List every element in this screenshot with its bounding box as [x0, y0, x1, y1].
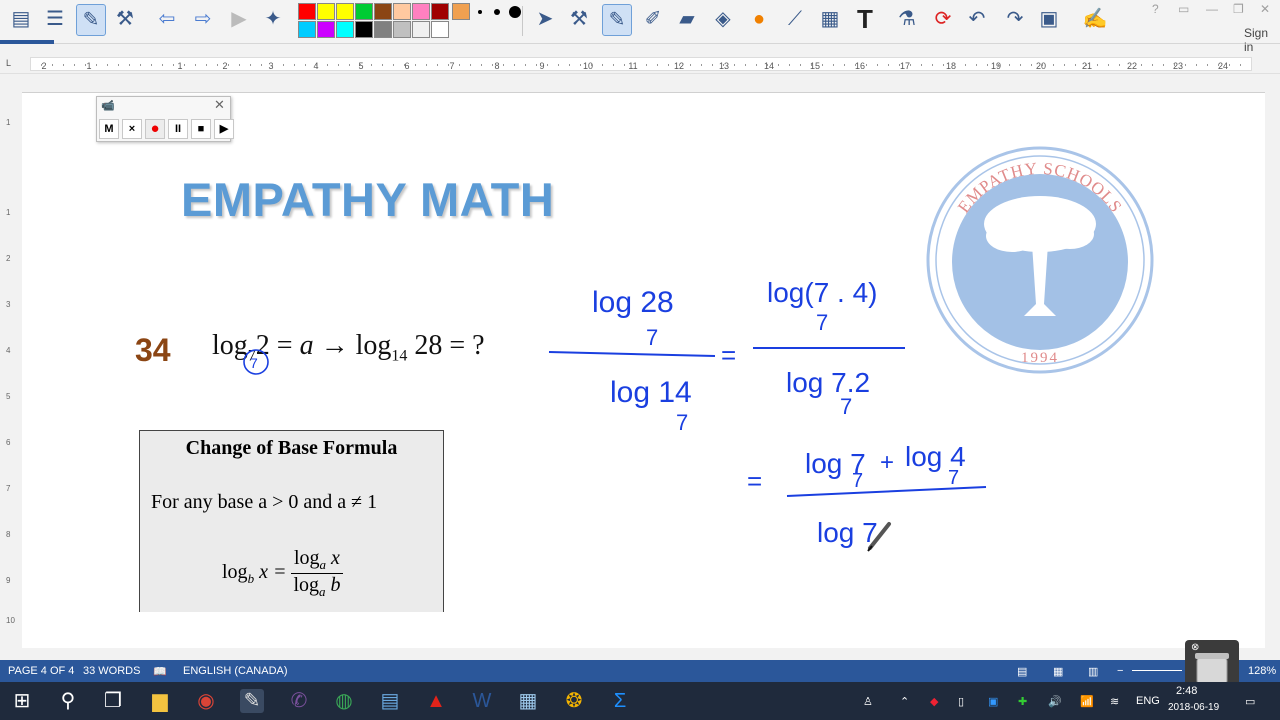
f3-numerator-a-base: 7 [852, 470, 863, 492]
zoom-level[interactable]: 128% [1248, 665, 1276, 677]
sigma-icon[interactable]: Σ [608, 689, 632, 713]
chrome-icon[interactable]: ◉ [194, 689, 218, 713]
equals-2: = [747, 466, 762, 496]
f2-numerator-base: 7 [816, 310, 828, 335]
zoom-slider[interactable] [1132, 670, 1182, 671]
people-icon[interactable]: ♙ [863, 695, 873, 708]
word-icon[interactable]: W [470, 689, 494, 713]
f1-denominator: log 14 [610, 376, 692, 409]
tray-overflow-icon[interactable]: ⌃ [900, 695, 909, 708]
volume-icon[interactable]: 🔊 [1048, 695, 1062, 708]
proofing-icon[interactable]: 📖 [153, 665, 167, 678]
f2-denominator-base: 7 [840, 394, 852, 419]
wifi-icon[interactable]: ≋ [1110, 695, 1119, 708]
network-icon[interactable]: 📶 [1080, 695, 1094, 708]
f3-numerator-b-base: 7 [948, 467, 959, 489]
language-indicator[interactable]: ENGLISH (CANADA) [183, 665, 288, 677]
browser-icon[interactable]: ◍ [332, 689, 356, 713]
circled-digit: 7 [250, 355, 258, 371]
status-bar: PAGE 4 OF 4 33 WORDS 📖 ENGLISH (CANADA) … [0, 660, 1280, 682]
acrobat-icon[interactable]: ▲ [424, 689, 448, 713]
f1-fraction-bar [548, 351, 716, 357]
recycle-close-icon[interactable]: ⊗ [1191, 642, 1199, 653]
chrome-alt-icon[interactable]: ❂ [562, 689, 586, 713]
zoom-out-icon[interactable]: − [1117, 665, 1123, 677]
media-icon[interactable]: ▦ [516, 689, 540, 713]
f3-plus: + [880, 449, 894, 476]
logo-year: 1994 [1021, 350, 1059, 366]
network-icon[interactable]: ▤ [378, 689, 402, 713]
file-explorer-icon[interactable]: ▆ [148, 689, 172, 713]
usb-icon[interactable]: ▯ [958, 695, 964, 708]
read-mode-icon[interactable]: ▤ [1017, 665, 1027, 678]
f3-denominator: log 7 [817, 517, 878, 548]
word-count[interactable]: 33 WORDS [83, 665, 140, 677]
paint-icon[interactable]: ✎ [240, 689, 264, 713]
onedrive-icon[interactable]: ▣ [988, 695, 998, 708]
viber-icon[interactable]: ✆ [287, 689, 311, 713]
clock-time[interactable]: 2:48 [1176, 685, 1197, 697]
page-count[interactable]: PAGE 4 OF 4 [8, 665, 74, 677]
equals-1: = [721, 340, 736, 370]
empathy-schools-logo: EMPATHY SCHOOLS 1994 [926, 146, 1154, 374]
start-icon[interactable]: ⊞ [10, 689, 34, 713]
f1-numerator: log 28 [592, 286, 674, 319]
windows-taskbar: ⊞ ⚲ ❐ ▆ ◉ ✎ ✆ ◍ ▤ ▲ W ▦ ❂ Σ ♙ ⌃ ◆ ▯ ▣ ✚ 🔊 📶 ≋ ENG 2:4… [0, 682, 1280, 720]
antivirus-icon[interactable]: ◆ [930, 695, 938, 708]
web-layout-icon[interactable]: ▥ [1088, 665, 1098, 678]
f2-numerator: log(7 . 4) [767, 277, 878, 308]
security-icon[interactable]: ✚ [1018, 695, 1027, 708]
clock-date[interactable]: 2018-06-19 [1168, 702, 1219, 713]
print-layout-icon[interactable]: ▦ [1053, 665, 1063, 678]
keyboard-language[interactable]: ENG [1136, 695, 1160, 707]
f2-denominator: log 7.2 [786, 367, 870, 398]
action-center-icon[interactable]: ▭ [1245, 695, 1255, 708]
task-view-icon[interactable]: ❐ [101, 689, 125, 713]
search-icon[interactable]: ⚲ [56, 689, 80, 713]
f3-fraction-bar [786, 486, 987, 497]
recycle-bin-widget[interactable]: ⊗ [1185, 640, 1239, 688]
f1-denominator-base: 7 [676, 410, 688, 435]
f1-numerator-base: 7 [646, 325, 658, 350]
